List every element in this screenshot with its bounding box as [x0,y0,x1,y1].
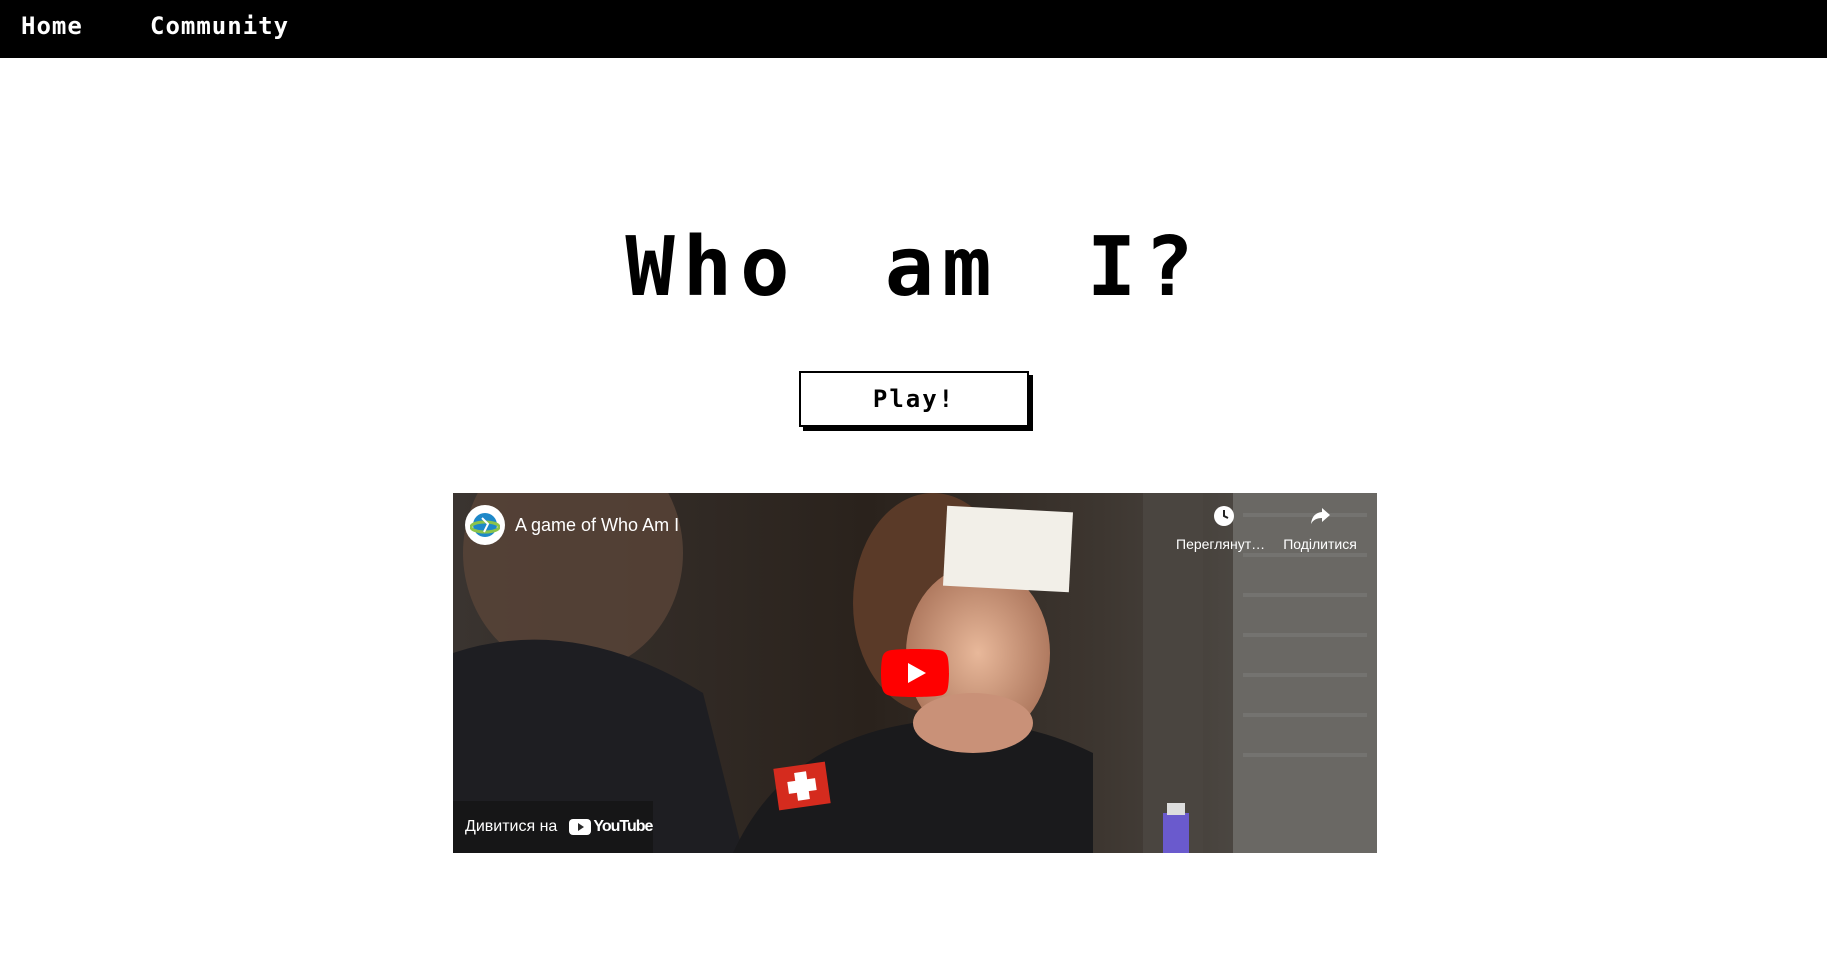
youtube-logo: YouTube [569,818,653,836]
channel-logo-icon [470,513,500,537]
channel-avatar[interactable] [465,505,505,545]
watch-on-youtube-button[interactable]: Дивитися на YouTube [453,801,653,853]
youtube-play-icon [881,649,949,697]
video-play-button[interactable] [881,649,949,697]
youtube-logo-text: YouTube [593,818,653,835]
watch-on-label: Дивитися на [465,818,558,835]
youtube-logo-icon [569,819,592,835]
youtube-embed[interactable]: A game of Who Am I Переглянути пізніше П… [453,493,1377,853]
video-title[interactable]: A game of Who Am I [515,515,679,536]
watch-later-label: Переглянути пізніше [1176,536,1272,552]
top-navbar: Home Community [0,0,1827,58]
share-label: Поділитися [1283,536,1357,552]
watch-later-button[interactable]: Переглянути пізніше [1176,505,1272,552]
page-title: Who am I? [625,220,1202,315]
share-icon [1311,508,1330,524]
clock-icon [1214,506,1234,526]
share-button[interactable]: Поділитися [1272,505,1368,552]
play-button[interactable]: Play! [799,371,1029,427]
nav-home-link[interactable]: Home [21,12,83,40]
nav-community-link[interactable]: Community [150,12,289,40]
